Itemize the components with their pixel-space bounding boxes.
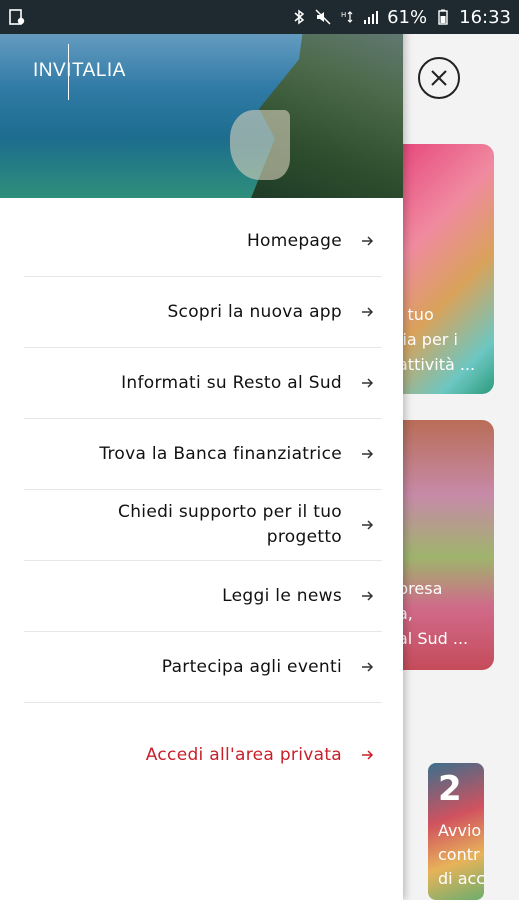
private-area-link[interactable]: Accedi all'area privata xyxy=(24,740,382,770)
arrow-right-icon xyxy=(362,378,374,388)
menu-item-label: Chiedi supporto per il tuo progetto xyxy=(118,502,342,547)
menu-item-label: Informati su Resto al Sud xyxy=(121,372,342,393)
bluetooth-icon xyxy=(294,9,305,25)
arrow-right-icon xyxy=(362,591,374,601)
menu-item-events[interactable]: Partecipa agli eventi xyxy=(24,632,382,703)
data-icon: H xyxy=(341,11,353,23)
card-text: l tuo lia per i attività ... xyxy=(398,305,476,374)
menu-item-news[interactable]: Leggi le news xyxy=(24,561,382,632)
arrow-right-icon xyxy=(362,662,374,672)
menu-item-resto-al-sud[interactable]: Informati su Resto al Sud xyxy=(24,348,382,419)
arrow-right-icon xyxy=(362,520,374,530)
mute-icon xyxy=(315,9,331,25)
news-card[interactable]: presa a, al Sud ... xyxy=(390,420,494,670)
close-icon xyxy=(431,70,447,86)
menu-item-label: Partecipa agli eventi xyxy=(161,656,342,677)
status-bar: H 61% 16:33 xyxy=(0,0,519,34)
arrow-right-icon xyxy=(362,449,374,459)
menu-item-find-bank[interactable]: Trova la Banca finanziatrice xyxy=(24,419,382,490)
private-area-label: Accedi all'area privata xyxy=(145,745,342,765)
arrow-right-icon xyxy=(362,236,374,246)
menu-item-support[interactable]: Chiedi supporto per il tuo progetto xyxy=(24,490,382,561)
step-number: 2 xyxy=(438,769,462,809)
signal-icon xyxy=(364,11,379,24)
battery-icon xyxy=(438,9,448,25)
news-card[interactable]: l tuo lia per i attività ... xyxy=(390,144,494,394)
menu-item-label: Scopri la nuova app xyxy=(167,301,342,322)
arrow-right-icon xyxy=(362,750,374,760)
menu-item-new-app[interactable]: Scopri la nuova app xyxy=(24,277,382,348)
screenshot-icon xyxy=(9,9,25,25)
menu-item-homepage[interactable]: Homepage xyxy=(24,206,382,277)
shore-shape xyxy=(230,110,290,180)
menu-item-label: Leggi le news xyxy=(222,585,342,606)
clock: 16:33 xyxy=(459,6,511,28)
menu-item-label: Trova la Banca finanziatrice xyxy=(99,443,342,464)
card-text: Avvio contr di acc xyxy=(438,821,484,888)
menu-item-label: Homepage xyxy=(246,230,342,251)
arrow-right-icon xyxy=(362,307,374,317)
svg-text:H: H xyxy=(341,11,346,19)
menu-list: Homepage Scopri la nuova app Informati s… xyxy=(24,206,382,703)
step-card[interactable]: 2 Avvio contr di acc xyxy=(428,763,484,900)
card-text: presa a, al Sud ... xyxy=(398,579,469,648)
close-menu-button[interactable] xyxy=(418,57,460,99)
navigation-drawer: INVITALIA Homepage Scopri la nuova app I… xyxy=(0,0,403,900)
battery-percent: 61% xyxy=(387,6,428,28)
invitalia-logo: INVITALIA xyxy=(33,60,126,81)
